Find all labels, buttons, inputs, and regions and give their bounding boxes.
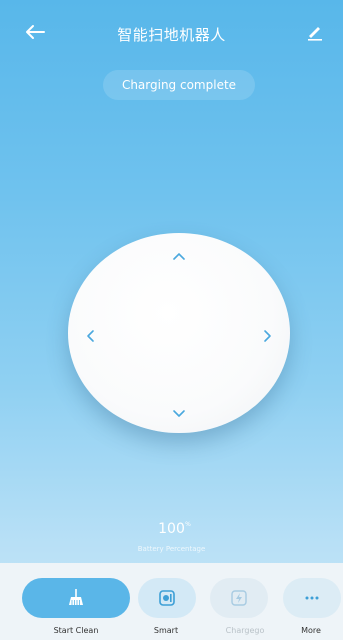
- chevron-left-icon[interactable]: [80, 325, 102, 347]
- chargego-button[interactable]: [210, 578, 268, 618]
- direction-pad: [68, 233, 290, 433]
- battery-readout: 100%: [0, 518, 343, 537]
- page-title: 智能扫地机器人: [117, 26, 226, 44]
- more-label: More: [301, 626, 321, 635]
- chevron-right-icon[interactable]: [256, 325, 278, 347]
- charge-bolt-icon: [231, 590, 247, 606]
- battery-label: Battery Percentage: [137, 545, 206, 553]
- start-clean-button[interactable]: [22, 578, 130, 618]
- battery-unit: %: [185, 521, 191, 528]
- battery-value: 100%: [158, 521, 191, 537]
- smart-button[interactable]: [138, 578, 196, 618]
- smart-label: Smart: [153, 626, 179, 635]
- broom-icon: [69, 589, 83, 605]
- start-clean-label: Start Clean: [53, 626, 99, 635]
- status-badge: Charging complete: [103, 70, 255, 100]
- smart-mode-icon: [159, 590, 175, 606]
- chevron-up-icon[interactable]: [168, 245, 190, 267]
- bottom-action-bar: Start Clean Smart Chargego More: [0, 563, 343, 640]
- header: 智能扫地机器人: [0, 0, 343, 64]
- more-button[interactable]: [283, 578, 341, 618]
- chevron-down-icon[interactable]: [168, 403, 190, 425]
- edit-pencil-icon[interactable]: [305, 22, 325, 42]
- more-dots-icon: [305, 596, 319, 600]
